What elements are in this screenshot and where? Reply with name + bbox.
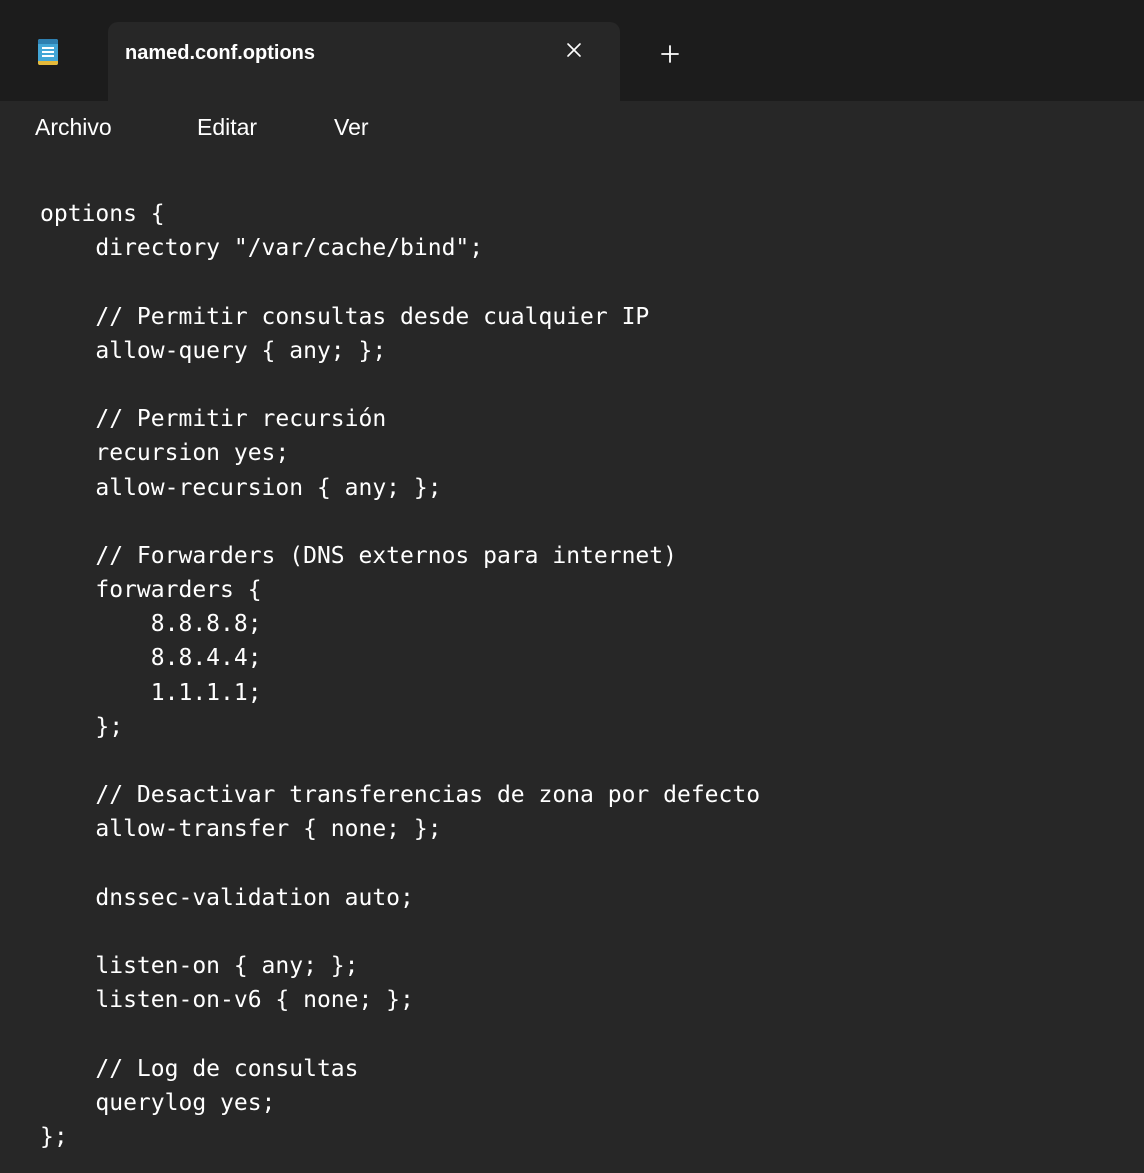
menu-bar: Archivo Editar Ver (0, 101, 1144, 159)
tab-title: named.conf.options (125, 42, 315, 64)
menu-archivo[interactable]: Archivo (35, 114, 112, 141)
code-line[interactable]: }; (40, 710, 760, 744)
code-line[interactable]: options { (40, 197, 760, 231)
editor-content[interactable]: options { directory "/var/cache/bind"; /… (40, 197, 760, 1154)
code-line[interactable] (40, 847, 760, 881)
code-line[interactable]: dnssec-validation auto; (40, 881, 760, 915)
code-line[interactable]: // Forwarders (DNS externos para interne… (40, 539, 760, 573)
code-line[interactable]: 8.8.8.8; (40, 607, 760, 641)
menu-editar[interactable]: Editar (197, 114, 257, 141)
notepad-icon (38, 39, 58, 65)
code-line[interactable]: allow-query { any; }; (40, 334, 760, 368)
code-line[interactable]: 8.8.4.4; (40, 641, 760, 675)
code-line[interactable]: 1.1.1.1; (40, 676, 760, 710)
code-line[interactable]: listen-on-v6 { none; }; (40, 983, 760, 1017)
title-bar: named.conf.options (0, 0, 1144, 101)
plus-icon[interactable] (659, 43, 681, 65)
code-line[interactable]: allow-transfer { none; }; (40, 812, 760, 846)
code-line[interactable]: listen-on { any; }; (40, 949, 760, 983)
code-line[interactable]: // Desactivar transferencias de zona por… (40, 778, 760, 812)
code-line[interactable] (40, 265, 760, 299)
code-line[interactable]: // Permitir consultas desde cualquier IP (40, 300, 760, 334)
code-line[interactable] (40, 1018, 760, 1052)
close-icon[interactable] (563, 39, 585, 61)
code-line[interactable]: allow-recursion { any; }; (40, 471, 760, 505)
code-line[interactable] (40, 505, 760, 539)
tab-named-conf-options[interactable]: named.conf.options (108, 22, 620, 101)
notepad-window: named.conf.options Archivo Editar Ver op… (0, 0, 1144, 1173)
code-line[interactable]: querylog yes; (40, 1086, 760, 1120)
code-line[interactable]: // Log de consultas (40, 1052, 760, 1086)
text-editor[interactable]: options { directory "/var/cache/bind"; /… (0, 159, 1144, 1173)
code-line[interactable]: recursion yes; (40, 436, 760, 470)
code-line[interactable]: directory "/var/cache/bind"; (40, 231, 760, 265)
code-line[interactable] (40, 368, 760, 402)
code-line[interactable] (40, 915, 760, 949)
menu-ver[interactable]: Ver (334, 114, 369, 141)
code-line[interactable]: forwarders { (40, 573, 760, 607)
code-line[interactable] (40, 744, 760, 778)
code-line[interactable]: }; (40, 1120, 760, 1154)
code-line[interactable]: // Permitir recursión (40, 402, 760, 436)
